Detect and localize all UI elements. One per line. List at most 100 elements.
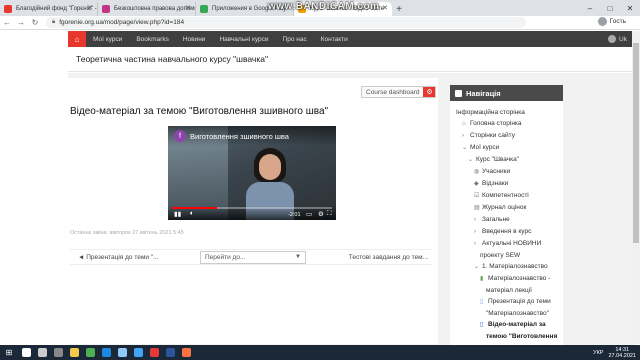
store-icon[interactable] — [114, 345, 130, 360]
windows-start-icon[interactable]: ⊞ — [0, 345, 18, 360]
last-modified: Останнє зміна: вівторок 27 квітень 2021 … — [70, 230, 184, 236]
close-icon[interactable]: ✕ — [620, 0, 640, 16]
profile-label: Гость — [609, 18, 626, 25]
nav-tree-label: матеріал лекції — [486, 287, 532, 294]
watermark: www.BANDICAM.com — [268, 1, 380, 12]
browser-tab[interactable]: Благодійний фонд "Горєніє" - Б ✕ — [0, 2, 98, 16]
nav-news[interactable]: Новини — [176, 36, 213, 43]
page-icon: ▯ — [480, 299, 484, 305]
task-view-icon[interactable] — [34, 345, 50, 360]
photos-icon[interactable] — [130, 345, 146, 360]
file-explorer-icon[interactable] — [66, 345, 82, 360]
nav-tree-label: Відзнаки — [482, 180, 509, 187]
home-icon[interactable]: ⌂ — [68, 31, 86, 47]
nav-tree-item[interactable]: ▯ Презентація до теми — [456, 296, 563, 308]
video-title[interactable]: Виготовлення зшивного шва — [190, 132, 289, 141]
nav-tree-item[interactable]: ⌂ Головна сторінка — [456, 118, 563, 130]
video-player[interactable]: f Виготовлення зшивного шва ▮▮ 🔈︎ -2:01 … — [168, 126, 336, 220]
language-label: Uk — [619, 35, 627, 43]
chevron-down-icon: ⌄ — [462, 145, 468, 151]
video-progress-bar[interactable] — [172, 207, 332, 209]
chrome-icon[interactable] — [82, 345, 98, 360]
nav-about[interactable]: Про нас — [276, 36, 314, 43]
forward-icon[interactable]: → — [14, 18, 28, 27]
nav-tree-item[interactable]: темою "Виготовлення — [456, 331, 563, 342]
tray-lang[interactable]: УКР — [593, 350, 603, 356]
nav-tree-item[interactable]: ▯ Відео-матеріал за — [456, 319, 563, 331]
course-dashboard-button[interactable]: Course dashboard ⚙ — [361, 86, 437, 98]
nav-tree-label: Мої курси — [470, 144, 500, 151]
nav-tree-item[interactable]: ⌄ 1. Матеріалознавство — [456, 261, 563, 273]
nav-contacts[interactable]: Контакти — [314, 36, 355, 43]
url-input[interactable]: 🔒︎ fgorenie.org.ua/mod/page/view.php?id=… — [46, 17, 526, 28]
lock-icon: 🔒︎ — [52, 19, 56, 25]
course-dashboard-label: Course dashboard — [362, 87, 424, 97]
close-tab-icon[interactable]: ✕ — [382, 4, 388, 12]
nav-tree-item[interactable]: ☑ Компетентності — [456, 190, 563, 202]
next-activity-link[interactable]: Тестові завдання до тем... — [349, 254, 428, 261]
gear-icon[interactable]: ⚙ — [423, 87, 436, 97]
reload-icon[interactable]: ↻ — [28, 18, 42, 27]
nav-tree-item[interactable]: ▮ Матеріалознавство - — [456, 273, 563, 285]
edge-icon[interactable] — [98, 345, 114, 360]
minimize-icon[interactable]: – — [580, 0, 600, 16]
avatar — [597, 17, 607, 26]
main-content: Course dashboard ⚙ Відео-матеріал за тем… — [58, 78, 438, 344]
play-icon[interactable]: ▮▮ — [174, 210, 181, 218]
nav-tree-item[interactable]: › Введення в курс — [456, 226, 563, 238]
navigation-title: Навігація — [466, 88, 501, 98]
close-tab-icon[interactable]: ✕ — [87, 4, 93, 12]
new-tab-button[interactable]: + — [392, 2, 406, 16]
search-icon-glyph — [21, 348, 31, 357]
nav-tree-item[interactable]: ◆ Відзнаки — [456, 178, 563, 190]
language-menu[interactable]: Uk — [608, 35, 635, 43]
nav-tree-item[interactable]: › Актуальні НОВИНИ — [456, 238, 563, 250]
jump-to-select[interactable]: Перейти до... ▼ — [200, 251, 306, 264]
channel-avatar[interactable]: f — [174, 130, 186, 142]
back-icon[interactable]: ← — [0, 18, 14, 27]
task-view-icon-glyph — [37, 348, 47, 357]
close-tab-icon[interactable]: ✕ — [185, 4, 191, 12]
browser-tab[interactable]: Безкоштовна правова допомога ✕ — [98, 2, 196, 16]
nav-tree-item[interactable]: проекту SEW — [456, 250, 563, 261]
bandicam-icon[interactable] — [146, 345, 162, 360]
chrome-icon-glyph — [85, 348, 95, 357]
maximize-icon[interactable]: □ — [600, 0, 620, 16]
nav-bookmarks[interactable]: Bookmarks — [129, 36, 176, 43]
volume-icon[interactable]: 🔈︎ — [190, 210, 194, 218]
scrollbar-thumb[interactable] — [633, 43, 639, 243]
badge-icon: ◆ — [474, 181, 479, 187]
nav-courses[interactable]: Навчальні курси — [212, 36, 275, 43]
language-icon — [608, 35, 617, 43]
clock-date: 27.04.2021 — [608, 352, 636, 359]
clock[interactable]: 14:31 27.04.2021 — [608, 347, 636, 359]
nav-my-courses[interactable]: Мої курси — [86, 36, 129, 43]
nav-tree-item[interactable]: ◍ Учасники — [456, 166, 563, 178]
nav-tree-label: темою "Виготовлення — [486, 333, 558, 340]
prev-activity-link[interactable]: ◄ Презентація до теми "... — [78, 254, 159, 261]
nav-tree-item[interactable]: ⌄ Мої курси — [456, 142, 563, 154]
nav-tree-label: Журнал оцінок — [482, 204, 527, 211]
fullscreen-icon[interactable]: ⛶ — [327, 210, 332, 218]
tab-label: Безкоштовна правова допомога — [114, 6, 196, 12]
nav-tree-label: Презентація до теми — [488, 298, 551, 305]
nav-tree-item[interactable]: "Матеріалознавство" — [456, 308, 563, 319]
profile-button[interactable]: Гость — [597, 17, 626, 26]
chevron-right-icon: › — [474, 241, 476, 247]
settings-icon[interactable]: ⚙ — [318, 210, 324, 218]
nav-tree-item[interactable]: ⌄ Курс "Швачка" — [456, 154, 563, 166]
page-scrollbar[interactable] — [632, 31, 640, 344]
search-icon[interactable] — [18, 345, 34, 360]
word-icon[interactable] — [162, 345, 178, 360]
subtitles-icon[interactable]: ▭ — [306, 210, 312, 218]
nav-tree-item[interactable]: › Загальне — [456, 214, 563, 226]
store-icon-glyph — [117, 348, 127, 357]
nav-tree-item[interactable]: ▤ Журнал оцінок — [456, 202, 563, 214]
app-icon[interactable] — [178, 345, 194, 360]
bandicam-icon-glyph — [149, 348, 159, 357]
nav-tree-item[interactable]: матеріал лекції — [456, 285, 563, 296]
course-title: Теоретична частина навчального курсу "шв… — [76, 54, 268, 64]
settings-icon[interactable] — [50, 345, 66, 360]
nav-tree-item[interactable]: › Сторінки сайту — [456, 130, 563, 142]
nav-tree-item[interactable]: Інформаційна сторінка — [456, 107, 563, 118]
